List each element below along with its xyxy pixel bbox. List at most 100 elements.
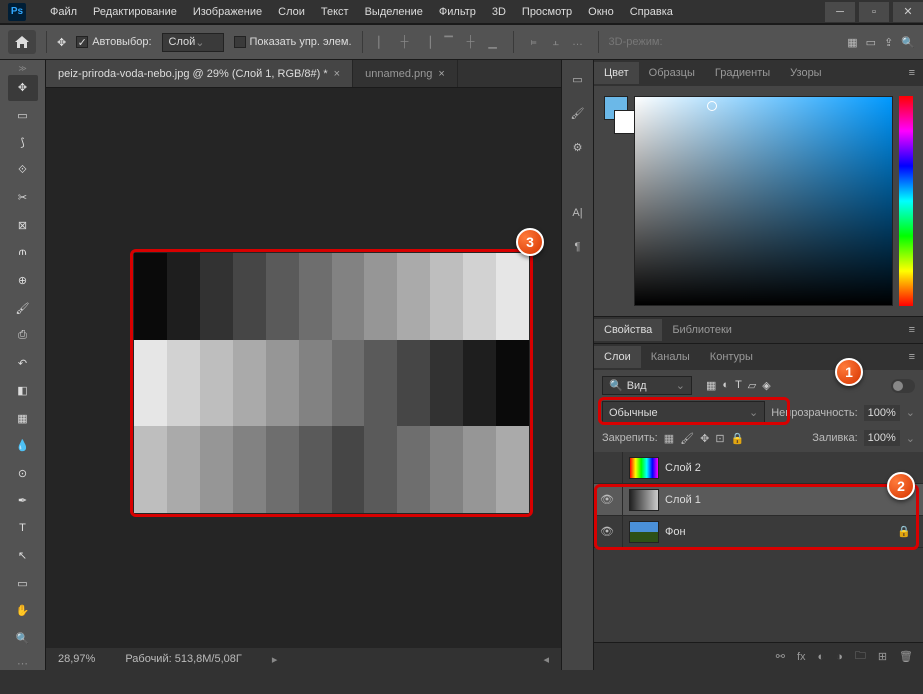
maximize-button[interactable]: ▫ bbox=[859, 2, 889, 22]
menu-edit[interactable]: Редактирование bbox=[85, 3, 185, 21]
tab-libraries[interactable]: Библиотеки bbox=[662, 319, 742, 341]
panel-history-icon[interactable]: ▭ bbox=[567, 68, 589, 90]
lasso-tool[interactable]: ⟆ bbox=[8, 130, 38, 156]
history-brush-tool[interactable]: ↶ bbox=[8, 350, 38, 376]
tab-layers[interactable]: Слои bbox=[594, 346, 641, 368]
blend-mode-select[interactable]: Обычные⌄ bbox=[602, 401, 765, 424]
align-center-h-icon[interactable]: ┼ bbox=[395, 32, 415, 52]
align-left-icon[interactable]: ▏ bbox=[373, 32, 393, 52]
layer-name[interactable]: Слой 2 bbox=[665, 462, 701, 474]
document-tab-active[interactable]: peiz-priroda-voda-nebo.jpg @ 29% (Слой 1… bbox=[46, 60, 353, 87]
zoom-level[interactable]: 28,97% bbox=[58, 653, 95, 665]
filter-toggle[interactable] bbox=[891, 379, 915, 393]
adjustment-icon[interactable]: ◑ bbox=[836, 651, 843, 663]
panel-menu-icon[interactable]: ≡ bbox=[901, 351, 923, 363]
filter-type-icon[interactable]: T bbox=[735, 379, 742, 392]
stamp-tool[interactable]: ⎙ bbox=[8, 323, 38, 349]
tab-swatches[interactable]: Образцы bbox=[639, 62, 705, 84]
move-tool[interactable]: ✥ bbox=[8, 75, 38, 101]
distribute-more-icon[interactable]: … bbox=[568, 32, 588, 52]
search-icon[interactable]: 🔍 bbox=[901, 36, 915, 49]
shape-tool[interactable]: ▭ bbox=[8, 571, 38, 597]
visibility-toggle[interactable]: 👁 bbox=[598, 525, 616, 538]
new-layer-icon[interactable]: ⊞ bbox=[878, 650, 887, 663]
color-swatches[interactable] bbox=[604, 96, 628, 306]
filter-smart-icon[interactable]: ◈ bbox=[762, 379, 770, 392]
align-bottom-icon[interactable]: ▁ bbox=[483, 32, 503, 52]
menu-3d[interactable]: 3D bbox=[484, 3, 514, 21]
hue-slider[interactable] bbox=[899, 96, 913, 306]
layer-thumbnail[interactable] bbox=[629, 457, 659, 479]
mask-icon[interactable]: ◐ bbox=[818, 651, 825, 663]
dodge-tool[interactable]: ⊙ bbox=[8, 460, 38, 486]
autoselect-checkbox[interactable]: ✓ Автовыбор: bbox=[76, 36, 151, 48]
tab-properties[interactable]: Свойства bbox=[594, 319, 662, 341]
layer-name[interactable]: Фон bbox=[665, 526, 686, 538]
menu-window[interactable]: Окно bbox=[580, 3, 622, 21]
layer-thumbnail[interactable] bbox=[629, 521, 659, 543]
marquee-tool[interactable]: ▭ bbox=[8, 103, 38, 129]
canvas[interactable]: 3 bbox=[46, 88, 561, 648]
menu-layers[interactable]: Слои bbox=[270, 3, 313, 21]
tab-patterns[interactable]: Узоры bbox=[780, 62, 831, 84]
filter-pixel-icon[interactable]: ▦ bbox=[706, 379, 716, 392]
delete-icon[interactable]: 🗑 bbox=[899, 650, 913, 663]
menu-view[interactable]: Просмотр bbox=[514, 3, 580, 21]
distribute-h-icon[interactable]: ⫢ bbox=[524, 32, 544, 52]
menu-image[interactable]: Изображение bbox=[185, 3, 270, 21]
document-tab[interactable]: unnamed.png × bbox=[353, 60, 458, 87]
zoom-tool[interactable]: 🔍 bbox=[8, 626, 38, 652]
arrange-icon[interactable]: ▦ bbox=[847, 36, 857, 49]
layer-name[interactable]: Слой 1 bbox=[665, 494, 701, 506]
tab-paths[interactable]: Контуры bbox=[700, 346, 763, 368]
workspace-icon[interactable]: ▭ bbox=[866, 36, 876, 49]
lock-all-icon[interactable]: 🔒 bbox=[731, 432, 745, 445]
lock-pixels-icon[interactable]: ▦ bbox=[664, 432, 674, 445]
blur-tool[interactable]: 💧 bbox=[8, 433, 38, 459]
tab-gradients[interactable]: Градиенты bbox=[705, 62, 780, 84]
close-button[interactable]: ✕ bbox=[893, 2, 923, 22]
frame-tool[interactable]: ⊠ bbox=[8, 213, 38, 239]
align-top-icon[interactable]: ▔ bbox=[439, 32, 459, 52]
path-tool[interactable]: ↖ bbox=[8, 543, 38, 569]
lock-artboard-icon[interactable]: ⊡ bbox=[715, 432, 724, 445]
panel-adjust-icon[interactable]: ⚙ bbox=[567, 136, 589, 158]
menu-file[interactable]: Файл bbox=[42, 3, 85, 21]
layer-thumbnail[interactable] bbox=[629, 489, 659, 511]
home-button[interactable] bbox=[8, 30, 36, 54]
panel-char-icon[interactable]: A| bbox=[567, 202, 589, 224]
crop-tool[interactable]: ✂ bbox=[8, 185, 38, 211]
wand-tool[interactable]: ⟐ bbox=[8, 158, 38, 184]
link-layers-icon[interactable]: ⚯ bbox=[776, 650, 785, 663]
color-picker[interactable] bbox=[634, 96, 893, 306]
show-controls-checkbox[interactable]: Показать упр. элем. bbox=[234, 36, 352, 48]
eyedropper-tool[interactable]: ⫙ bbox=[8, 240, 38, 266]
hand-tool[interactable]: ✋ bbox=[8, 598, 38, 624]
type-tool[interactable]: T bbox=[8, 516, 38, 542]
heal-tool[interactable]: ⊕ bbox=[8, 268, 38, 294]
align-right-icon[interactable]: ▕ bbox=[417, 32, 437, 52]
tab-close-icon[interactable]: × bbox=[334, 68, 340, 80]
lock-position-icon[interactable]: ✥ bbox=[700, 432, 709, 445]
minimize-button[interactable]: ─ bbox=[825, 2, 855, 22]
layer-item[interactable]: Слой 2 bbox=[594, 452, 923, 484]
lock-brush-icon[interactable]: 🖌 bbox=[680, 432, 694, 445]
layer-item[interactable]: 👁 Фон 🔒 bbox=[594, 516, 923, 548]
panel-menu-icon[interactable]: ≡ bbox=[901, 324, 923, 336]
menu-text[interactable]: Текст bbox=[313, 3, 357, 21]
menu-help[interactable]: Справка bbox=[622, 3, 681, 21]
panel-para-icon[interactable]: ¶ bbox=[567, 236, 589, 258]
tab-color[interactable]: Цвет bbox=[594, 62, 639, 84]
tab-channels[interactable]: Каналы bbox=[641, 346, 700, 368]
layer-filter-select[interactable]: 🔍 Вид ⌄ bbox=[602, 376, 692, 395]
visibility-toggle[interactable]: 👁 bbox=[598, 493, 616, 506]
autoselect-target-select[interactable]: Слой ⌄ bbox=[162, 33, 224, 52]
panel-brushes-icon[interactable]: 🖌 bbox=[567, 102, 589, 124]
distribute-v-icon[interactable]: ⫠ bbox=[546, 32, 566, 52]
eraser-tool[interactable]: ◧ bbox=[8, 378, 38, 404]
doc-size[interactable]: Рабочий: 513,8M/5,08Г bbox=[125, 653, 242, 665]
group-icon[interactable]: 🗀 bbox=[855, 647, 866, 666]
pen-tool[interactable]: ✒ bbox=[8, 488, 38, 514]
menu-filter[interactable]: Фильтр bbox=[431, 3, 484, 21]
fx-icon[interactable]: fx bbox=[797, 651, 806, 663]
